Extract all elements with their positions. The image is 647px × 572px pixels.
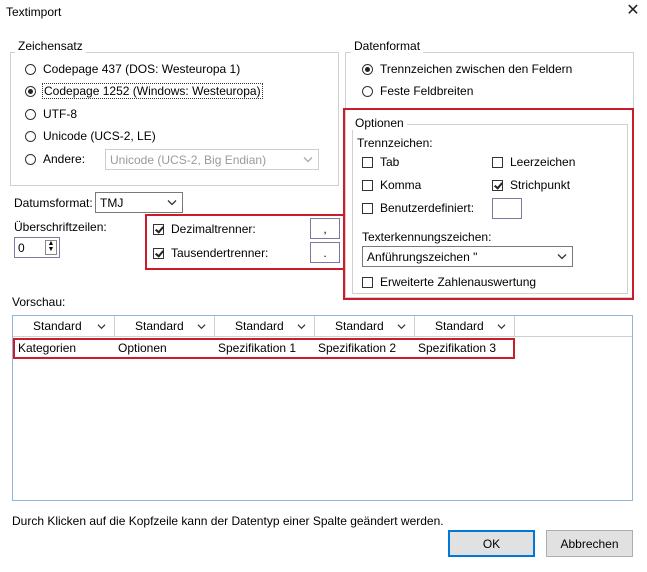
chevron-down-icon bbox=[197, 324, 206, 330]
preview-label: Vorschau: bbox=[12, 295, 66, 309]
chevron-down-icon bbox=[497, 324, 506, 330]
decimal-separator-input[interactable]: , bbox=[310, 218, 340, 239]
spinner-arrows-icon[interactable]: ▲ ▼ bbox=[45, 240, 57, 255]
charset-radio-cp437[interactable]: Codepage 437 (DOS: Westeuropa 1) bbox=[25, 62, 240, 76]
preview-cell: Spezifikation 2 bbox=[318, 341, 397, 355]
header-rows-label: Überschriftzeilen: bbox=[14, 220, 107, 234]
radio-icon bbox=[25, 63, 36, 75]
thousands-separator-input[interactable]: . bbox=[310, 242, 340, 263]
radio-label: Unicode (UCS-2, LE) bbox=[43, 129, 156, 143]
radio-icon bbox=[25, 153, 36, 165]
checkbox-icon bbox=[362, 156, 373, 168]
preview-header-row: Standard Standard Standard Standard Stan… bbox=[13, 316, 632, 337]
preview-grid[interactable]: Standard Standard Standard Standard Stan… bbox=[12, 315, 633, 501]
custom-separator-checkbox[interactable]: Benutzerdefiniert: bbox=[362, 201, 474, 215]
column-header[interactable]: Standard bbox=[315, 316, 415, 336]
checkbox-icon bbox=[362, 276, 373, 288]
cancel-button[interactable]: Abbrechen bbox=[546, 530, 633, 557]
checkbox-checked-icon bbox=[153, 247, 164, 259]
checkbox-icon bbox=[362, 202, 373, 214]
charset-other-select[interactable]: Unicode (UCS-2, Big Endian) bbox=[105, 149, 319, 170]
charset-legend: Zeichensatz bbox=[15, 39, 86, 53]
ok-button[interactable]: OK bbox=[448, 530, 535, 557]
text-qualifier-select[interactable]: Anführungszeichen " bbox=[362, 246, 573, 267]
hint-text: Durch Klicken auf die Kopfzeile kann der… bbox=[12, 514, 444, 528]
comma-label: Komma bbox=[380, 178, 422, 192]
tab-checkbox[interactable]: Tab bbox=[362, 155, 399, 169]
close-icon[interactable]: ✕ bbox=[624, 2, 642, 20]
space-label: Leerzeichen bbox=[510, 155, 576, 169]
comma-checkbox[interactable]: Komma bbox=[362, 178, 421, 192]
column-header[interactable]: Standard bbox=[215, 316, 315, 336]
preview-cell: Kategorien bbox=[18, 341, 77, 355]
radio-label: Feste Feldbreiten bbox=[380, 84, 474, 98]
charset-radio-ucs2le[interactable]: Unicode (UCS-2, LE) bbox=[25, 129, 156, 143]
chevron-down-icon bbox=[397, 324, 406, 330]
extended-number-checkbox[interactable]: Erweiterte Zahlenauswertung bbox=[362, 275, 536, 289]
text-qualifier-value: Anführungszeichen " bbox=[367, 249, 478, 264]
preview-cell: Spezifikation 3 bbox=[418, 341, 497, 355]
radio-icon bbox=[25, 108, 36, 120]
separators-label: Trennzeichen: bbox=[357, 136, 433, 150]
charset-radio-utf8[interactable]: UTF-8 bbox=[25, 107, 77, 121]
column-header-label: Standard bbox=[135, 319, 184, 333]
checkbox-checked-icon bbox=[153, 223, 164, 235]
column-header[interactable]: Standard bbox=[415, 316, 515, 336]
data-format-radio-fixed[interactable]: Feste Feldbreiten bbox=[362, 84, 473, 98]
radio-checked-icon bbox=[25, 85, 36, 97]
column-header[interactable]: Standard bbox=[115, 316, 215, 336]
chevron-down-icon bbox=[297, 324, 306, 330]
data-format-radio-delimited[interactable]: Trennzeichen zwischen den Feldern bbox=[362, 62, 572, 76]
charset-other-value: Unicode (UCS-2, Big Endian) bbox=[110, 152, 267, 167]
semicolon-checkbox[interactable]: Strichpunkt bbox=[492, 178, 570, 192]
data-format-legend: Datenformat bbox=[351, 39, 424, 53]
column-header-label: Standard bbox=[435, 319, 484, 333]
charset-radio-cp1252[interactable]: Codepage 1252 (Windows: Westeuropa) bbox=[25, 83, 263, 99]
radio-checked-icon bbox=[362, 63, 373, 75]
radio-label: UTF-8 bbox=[43, 107, 77, 121]
space-checkbox[interactable]: Leerzeichen bbox=[492, 155, 575, 169]
checkbox-checked-icon bbox=[492, 179, 503, 191]
chevron-down-icon bbox=[97, 324, 106, 330]
date-format-value: TMJ bbox=[100, 195, 124, 210]
charset-radio-other[interactable]: Andere: bbox=[25, 152, 85, 166]
extended-number-label: Erweiterte Zahlenauswertung bbox=[380, 275, 537, 289]
radio-label: Codepage 1252 (Windows: Westeuropa) bbox=[42, 83, 263, 99]
options-legend: Optionen bbox=[352, 116, 407, 130]
chevron-down-icon bbox=[167, 199, 177, 205]
text-qualifier-label: Texterkennungszeichen: bbox=[362, 230, 492, 244]
radio-label: Codepage 437 (DOS: Westeuropa 1) bbox=[43, 62, 241, 76]
column-header-label: Standard bbox=[33, 319, 82, 333]
chevron-down-icon bbox=[557, 253, 567, 259]
decimal-separator-label: Dezimaltrenner: bbox=[171, 222, 256, 236]
header-rows-spinner[interactable]: 0 ▲ ▼ bbox=[14, 237, 60, 258]
radio-label: Trennzeichen zwischen den Feldern bbox=[380, 62, 573, 76]
chevron-down-icon bbox=[303, 156, 313, 162]
window-title: Textimport bbox=[6, 5, 62, 19]
header-rows-value: 0 bbox=[18, 240, 25, 255]
checkbox-icon bbox=[362, 179, 373, 191]
radio-icon bbox=[25, 130, 36, 142]
column-header-label: Standard bbox=[235, 319, 284, 333]
tab-label: Tab bbox=[380, 155, 400, 169]
thousands-separator-checkbox[interactable]: Tausendertrenner: bbox=[153, 246, 268, 260]
custom-separator-label: Benutzerdefiniert: bbox=[380, 201, 475, 215]
column-header-label: Standard bbox=[335, 319, 384, 333]
date-format-select[interactable]: TMJ bbox=[95, 192, 183, 213]
checkbox-icon bbox=[492, 156, 503, 168]
decimal-separator-checkbox[interactable]: Dezimaltrenner: bbox=[153, 222, 256, 236]
decimal-separator-value: , bbox=[323, 221, 327, 236]
custom-separator-input[interactable] bbox=[492, 198, 522, 219]
radio-icon bbox=[362, 85, 373, 97]
preview-cell: Optionen bbox=[118, 341, 167, 355]
semicolon-label: Strichpunkt bbox=[510, 178, 571, 192]
thousands-separator-label: Tausendertrenner: bbox=[171, 246, 269, 260]
date-format-label: Datumsformat: bbox=[14, 196, 93, 210]
column-header[interactable]: Standard bbox=[13, 316, 115, 336]
preview-cell: Spezifikation 1 bbox=[218, 341, 297, 355]
thousands-separator-value: . bbox=[323, 245, 327, 260]
radio-label: Andere: bbox=[43, 152, 86, 166]
